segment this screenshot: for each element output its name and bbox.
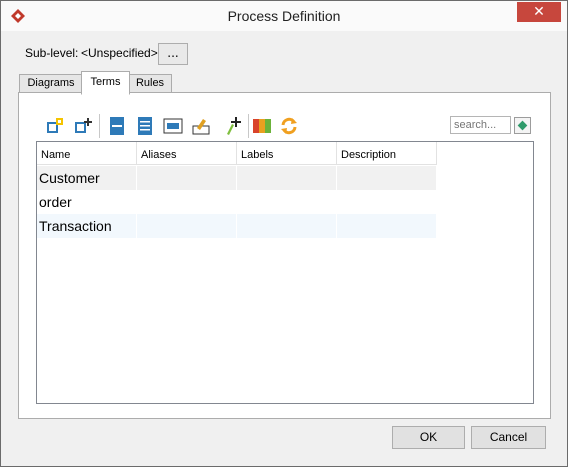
toolbar-separator [99,114,100,138]
add-item-icon[interactable] [223,116,243,136]
window-title: Process Definition [227,8,341,24]
search-options-icon[interactable] [514,117,531,134]
toolbar-separator [248,114,249,138]
cell-name: order [37,190,137,214]
table-row[interactable]: Customer [37,166,437,190]
table-icon[interactable] [135,116,155,136]
column-header-name[interactable]: Name [37,142,137,165]
add-term-icon[interactable] [45,116,65,136]
color-grid-icon[interactable] [252,116,272,136]
cell-labels [237,214,337,238]
add-child-icon[interactable] [73,116,93,136]
cell-labels [237,190,337,214]
close-button[interactable]: ✕ [517,2,561,22]
column-header-aliases[interactable]: Aliases [137,142,237,165]
close-icon: ✕ [533,4,545,20]
cell-aliases [137,214,237,238]
sublevel-value: <Unspecified> [81,46,158,60]
cell-labels [237,166,337,190]
cell-aliases [137,166,237,190]
terms-table: Name Aliases Labels Description Customer… [36,141,534,404]
cancel-button[interactable]: Cancel [471,426,546,449]
cell-description [337,166,437,190]
column-header-labels[interactable]: Labels [237,142,337,165]
cell-description [337,214,437,238]
cell-aliases [137,190,237,214]
cell-name: Transaction [37,214,137,238]
table-row[interactable]: order [37,190,437,214]
process-definition-dialog: Process Definition ✕ Sub-level: <Unspeci… [0,0,568,467]
form-icon[interactable] [163,116,183,136]
table-row[interactable]: Transaction [37,214,437,238]
ok-button[interactable]: OK [392,426,465,449]
tab-terms[interactable]: Terms [81,71,130,95]
refresh-icon[interactable] [279,116,299,136]
search-input[interactable] [450,116,511,134]
cell-description [337,190,437,214]
sublevel-browse-button[interactable]: ... [158,43,188,65]
column-header-description[interactable]: Description [337,142,437,165]
tab-rules[interactable]: Rules [128,74,172,94]
title-bar: Process Definition ✕ [1,1,567,31]
sublevel-label: Sub-level: [25,46,79,60]
cell-name: Customer [37,166,137,190]
document-icon[interactable] [107,116,127,136]
tab-diagrams[interactable]: Diagrams [19,74,83,94]
export-icon[interactable] [191,116,211,136]
